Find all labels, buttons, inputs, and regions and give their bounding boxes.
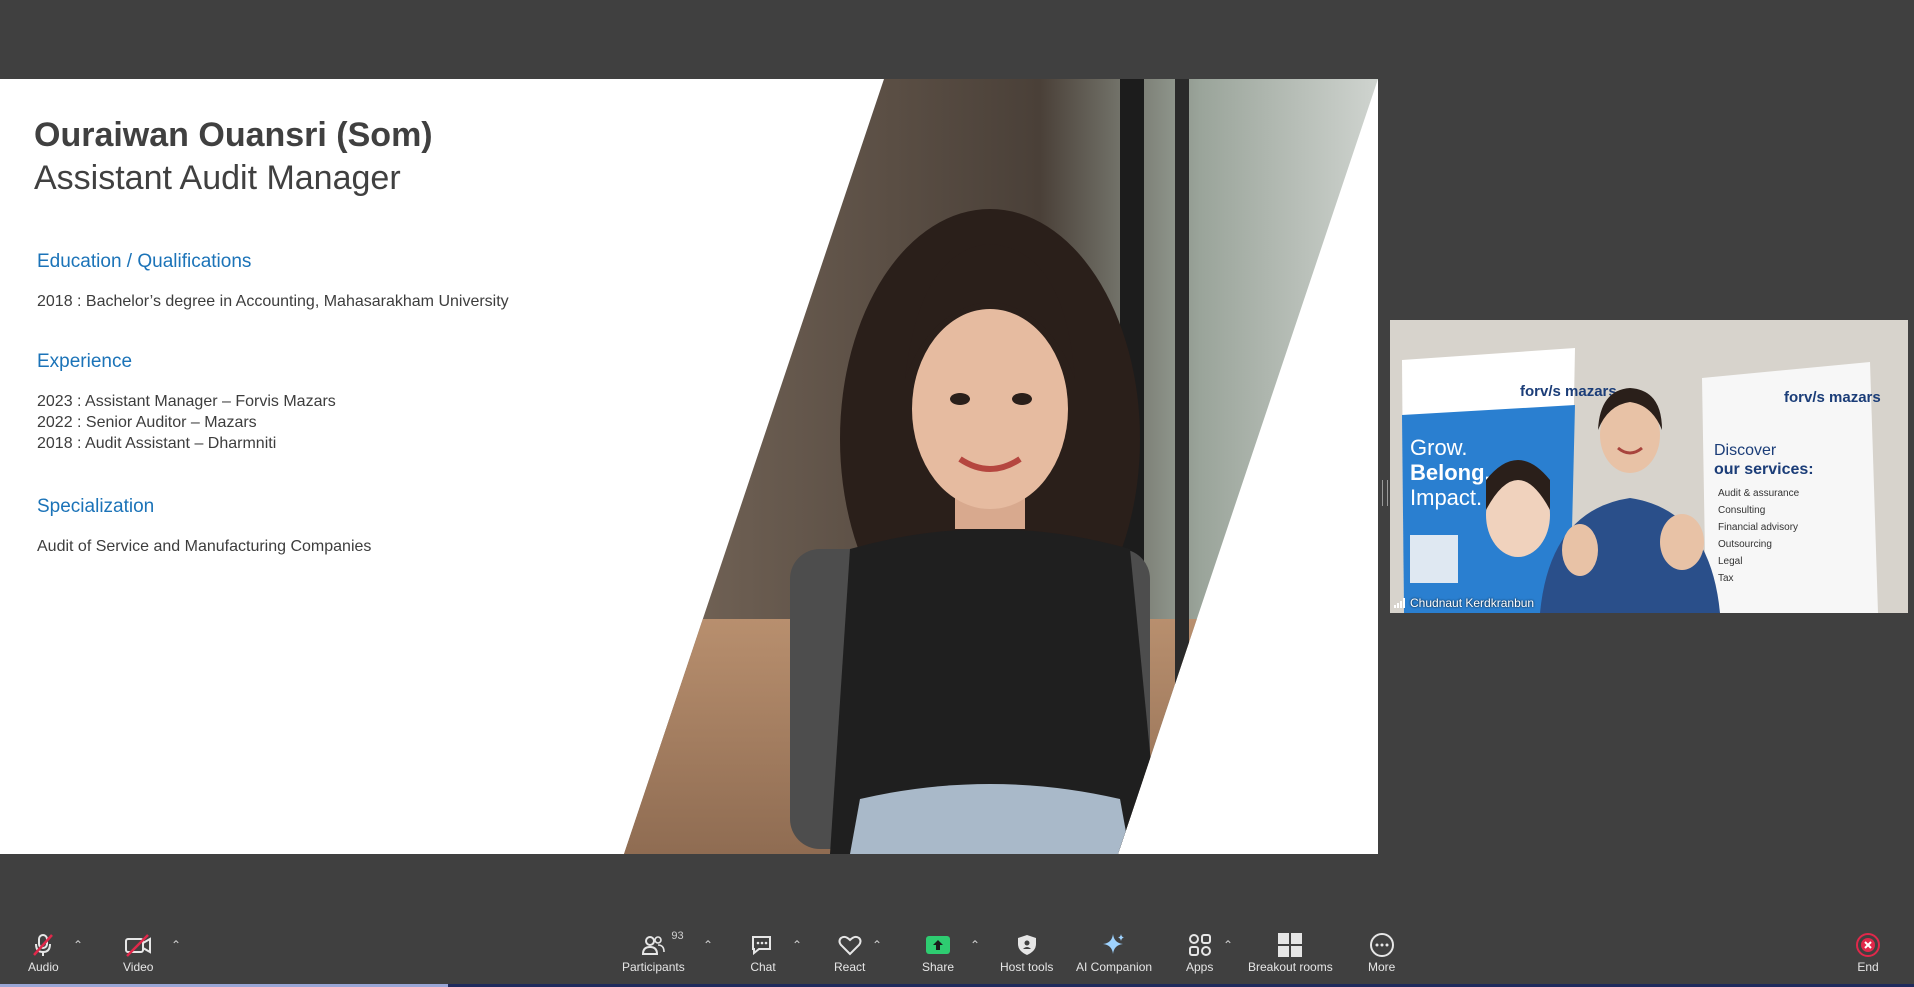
apps-label: Apps	[1186, 960, 1214, 974]
end-meeting-button[interactable]: End	[1855, 932, 1881, 974]
person-role: Assistant Audit Manager	[34, 158, 401, 197]
participants-icon	[642, 936, 666, 955]
banner-right-title-2: our services:	[1714, 461, 1814, 478]
react-options-caret-icon[interactable]: ⌃	[872, 938, 882, 952]
share-button[interactable]: Share	[922, 932, 954, 974]
breakout-rooms-icon	[1278, 933, 1303, 957]
ai-companion-label: AI Companion	[1076, 960, 1153, 974]
share-options-caret-icon[interactable]: ⌃	[970, 938, 980, 952]
shared-slide: Ouraiwan Ouansri (Som) Assistant Audit M…	[0, 79, 1378, 854]
participant-video-feed: forv/s mazars Grow. Belong. Impact. forv…	[1390, 320, 1908, 613]
chat-button[interactable]: Chat	[750, 932, 776, 974]
audio-options-caret-icon[interactable]: ⌃	[73, 938, 83, 952]
end-label: End	[1857, 960, 1879, 974]
host-tools-label: Host tools	[1000, 960, 1054, 974]
apps-icon	[1188, 934, 1211, 956]
person-name: Ouraiwan Ouansri (Som)	[34, 116, 433, 154]
qr-code-icon	[1410, 535, 1458, 583]
share-label: Share	[922, 960, 955, 974]
service-item: Tax	[1718, 573, 1734, 584]
participants-button[interactable]: 93 Participants	[622, 930, 685, 974]
section-education: Education / Qualifications 2018 : Bachel…	[37, 251, 637, 312]
banner-right-title-1: Discover	[1714, 442, 1777, 459]
more-options-icon	[1369, 933, 1394, 957]
meeting-toolbar: Audio ⌃ Video ⌃ 93 Participants ⌃ Chat ⌃…	[0, 922, 1914, 987]
section-heading: Experience	[37, 351, 133, 372]
ai-companion-button[interactable]: AI Companion	[1076, 932, 1152, 974]
banner-left-slogan-1: Grow.	[1410, 435, 1467, 460]
more-button[interactable]: More	[1368, 932, 1395, 974]
audio-button[interactable]: Audio	[28, 932, 59, 974]
share-screen-icon	[926, 936, 951, 954]
participants-options-caret-icon[interactable]: ⌃	[703, 938, 713, 952]
sparkle-icon	[1103, 934, 1125, 954]
host-tools-button[interactable]: Host tools	[1000, 932, 1053, 974]
participant-name-label: Chudnaut Kerdkranbun	[1394, 596, 1534, 610]
section-line: 2018 : Audit Assistant – Dharmniti	[37, 435, 277, 452]
section-heading: Specialization	[37, 496, 155, 517]
slide-title-block: Ouraiwan Ouansri (Som) Assistant Audit M…	[34, 115, 433, 199]
end-call-icon	[1856, 933, 1880, 957]
section-line: 2018 : Bachelor’s degree in Accounting, …	[37, 293, 509, 310]
microphone-muted-icon	[33, 934, 54, 956]
service-item: Financial advisory	[1718, 522, 1798, 533]
service-item: Audit & assurance	[1718, 488, 1800, 499]
signal-strength-icon	[1394, 598, 1405, 608]
section-line: Audit of Service and Manufacturing Compa…	[37, 538, 372, 555]
breakout-rooms-label: Breakout rooms	[1248, 960, 1333, 974]
banner-left-slogan-3: Impact.	[1410, 485, 1482, 510]
audio-label: Audio	[28, 960, 59, 974]
react-button[interactable]: React	[834, 932, 865, 974]
section-line: 2022 : Senior Auditor – Mazars	[37, 414, 257, 431]
chat-options-caret-icon[interactable]: ⌃	[792, 938, 802, 952]
participants-count: 93	[671, 930, 684, 942]
camera-off-icon	[125, 934, 152, 957]
service-item: Legal	[1718, 556, 1742, 567]
participant-video-tile[interactable]: forv/s mazars Grow. Belong. Impact. forv…	[1390, 320, 1908, 613]
banner-left-slogan-2: Belong.	[1410, 460, 1491, 485]
service-item: Consulting	[1718, 505, 1765, 516]
chat-label: Chat	[750, 960, 776, 974]
apps-options-caret-icon[interactable]: ⌃	[1223, 938, 1233, 952]
breakout-rooms-button[interactable]: Breakout rooms	[1248, 932, 1333, 974]
banner-left-brand: forv/s mazars	[1520, 383, 1617, 400]
chat-icon	[752, 936, 771, 956]
video-button[interactable]: Video	[123, 932, 153, 974]
shield-icon	[1017, 935, 1036, 955]
react-label: React	[834, 960, 866, 974]
section-line: 2023 : Assistant Manager – Forvis Mazars	[37, 393, 336, 410]
section-specialization: Specialization Audit of Service and Manu…	[37, 496, 637, 557]
banner-right-brand: forv/s mazars	[1784, 389, 1881, 406]
participants-label: Participants	[622, 960, 685, 974]
video-label: Video	[123, 960, 154, 974]
apps-button[interactable]: Apps	[1186, 932, 1213, 974]
panel-splitter-handle[interactable]	[1382, 480, 1388, 506]
participant-name: Chudnaut Kerdkranbun	[1410, 596, 1535, 610]
service-item: Outsourcing	[1718, 539, 1772, 550]
section-heading: Education / Qualifications	[37, 251, 252, 272]
heart-icon	[838, 935, 862, 956]
video-options-caret-icon[interactable]: ⌃	[171, 938, 181, 952]
more-label: More	[1368, 960, 1396, 974]
section-experience: Experience 2023 : Assistant Manager – Fo…	[37, 351, 637, 454]
